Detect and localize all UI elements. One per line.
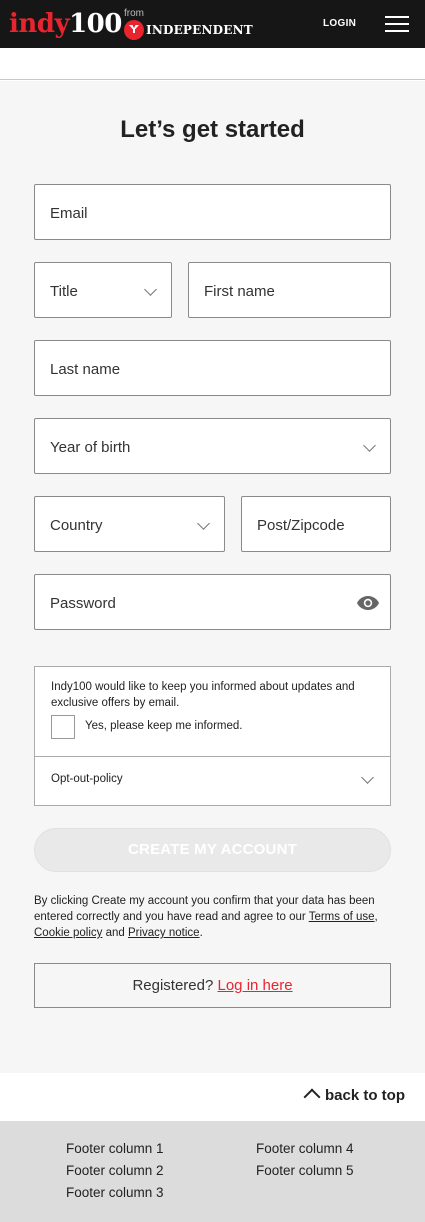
year-of-birth-label: Year of birth xyxy=(50,439,131,456)
email-consent-box: Indy100 would like to keep you informed … xyxy=(34,666,391,806)
consent-text: Indy100 would like to keep you informed … xyxy=(51,681,355,709)
site-header: indy100 from INDEPENDENT LOGIN xyxy=(0,0,425,48)
footer-link[interactable]: Footer column 3 xyxy=(66,1185,164,1200)
from-label: from xyxy=(124,8,144,19)
footer-link[interactable]: Footer column 2 xyxy=(66,1163,164,1178)
year-of-birth-select[interactable]: Year of birth xyxy=(34,418,391,474)
indy100-logo[interactable]: indy100 xyxy=(9,8,122,40)
header-spacer xyxy=(0,48,425,80)
footer-link[interactable]: Footer column 1 xyxy=(66,1141,164,1156)
hamburger-menu-icon[interactable] xyxy=(385,15,409,33)
legal-suffix: . xyxy=(199,927,203,939)
divider xyxy=(35,756,390,757)
registered-prompt: Registered? xyxy=(132,977,218,994)
opt-out-policy-toggle[interactable]: Opt-out-policy xyxy=(51,773,123,785)
legal-and: and xyxy=(102,927,128,939)
chevron-down-icon xyxy=(197,517,210,530)
country-select[interactable]: Country xyxy=(34,496,225,552)
email-field[interactable]: Email xyxy=(34,184,391,240)
last-name-field[interactable]: Last name xyxy=(34,340,391,396)
title-select[interactable]: Title xyxy=(34,262,172,318)
login-link[interactable]: LOGIN xyxy=(323,18,356,29)
footer-link[interactable]: Footer column 4 xyxy=(256,1141,354,1156)
independent-logo-text[interactable]: INDEPENDENT xyxy=(146,23,253,37)
email-label: Email xyxy=(50,205,88,222)
password-label: Password xyxy=(50,595,116,612)
legal-comma: , xyxy=(374,911,378,923)
postcode-field[interactable]: Post/Zipcode xyxy=(241,496,391,552)
registered-box: Registered? Log in here xyxy=(34,963,391,1008)
postcode-label: Post/Zipcode xyxy=(257,517,345,534)
site-footer: Footer column 1 Footer column 2 Footer c… xyxy=(0,1121,425,1222)
create-account-button[interactable]: CREATE MY ACCOUNT xyxy=(34,828,391,872)
logo-text-100: 100 xyxy=(69,9,122,39)
consent-checkbox-label[interactable]: Yes, please keep me informed. xyxy=(85,720,242,732)
last-name-label: Last name xyxy=(50,361,121,378)
chevron-up-icon[interactable] xyxy=(303,1088,321,1106)
footer-link[interactable]: Footer column 5 xyxy=(256,1163,354,1178)
logo-text-indy: indy xyxy=(9,9,70,39)
page-title: Let’s get started xyxy=(120,116,305,143)
chevron-down-icon[interactable] xyxy=(361,771,374,784)
chevron-down-icon xyxy=(144,283,157,296)
privacy-notice-link[interactable]: Privacy notice xyxy=(128,927,200,939)
chevron-down-icon xyxy=(363,439,376,452)
legal-notice: By clicking Create my account you confir… xyxy=(34,893,394,941)
independent-eagle-icon xyxy=(124,20,144,40)
back-to-top-link[interactable]: back to top xyxy=(325,1087,405,1104)
first-name-label: First name xyxy=(204,283,275,300)
password-field[interactable]: Password xyxy=(34,574,391,630)
terms-of-use-link[interactable]: Terms of use xyxy=(309,911,375,923)
back-to-top-bar: back to top xyxy=(0,1073,425,1121)
consent-checkbox[interactable] xyxy=(51,715,75,739)
cookie-policy-link[interactable]: Cookie policy xyxy=(34,927,102,939)
first-name-field[interactable]: First name xyxy=(188,262,391,318)
eye-icon[interactable] xyxy=(356,594,380,612)
log-in-here-link[interactable]: Log in here xyxy=(218,977,293,994)
title-label: Title xyxy=(50,283,78,300)
country-label: Country xyxy=(50,517,103,534)
